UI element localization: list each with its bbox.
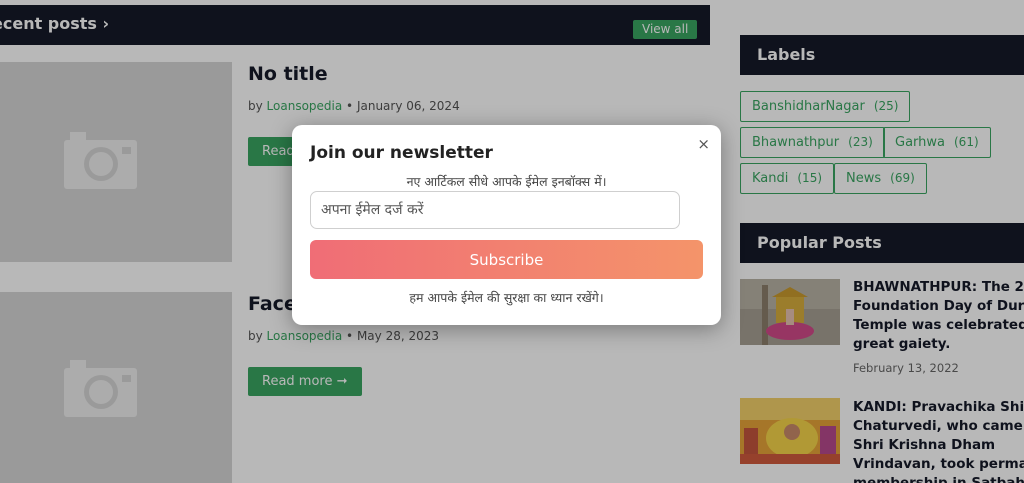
newsletter-modal: Join our newsletter × नए आर्टिकल सीधे आप… (292, 125, 721, 325)
subscribe-button[interactable]: Subscribe (310, 240, 703, 279)
privacy-note: हम आपके ईमेल की सुरक्षा का ध्यान रखेंगे। (409, 290, 604, 305)
newsletter-title: Join our newsletter (310, 143, 493, 163)
close-icon[interactable]: × (697, 135, 710, 153)
email-input[interactable] (310, 191, 680, 229)
newsletter-subtitle: नए आर्टिकल सीधे आपके ईमेल इनबॉक्स में। (406, 174, 607, 189)
